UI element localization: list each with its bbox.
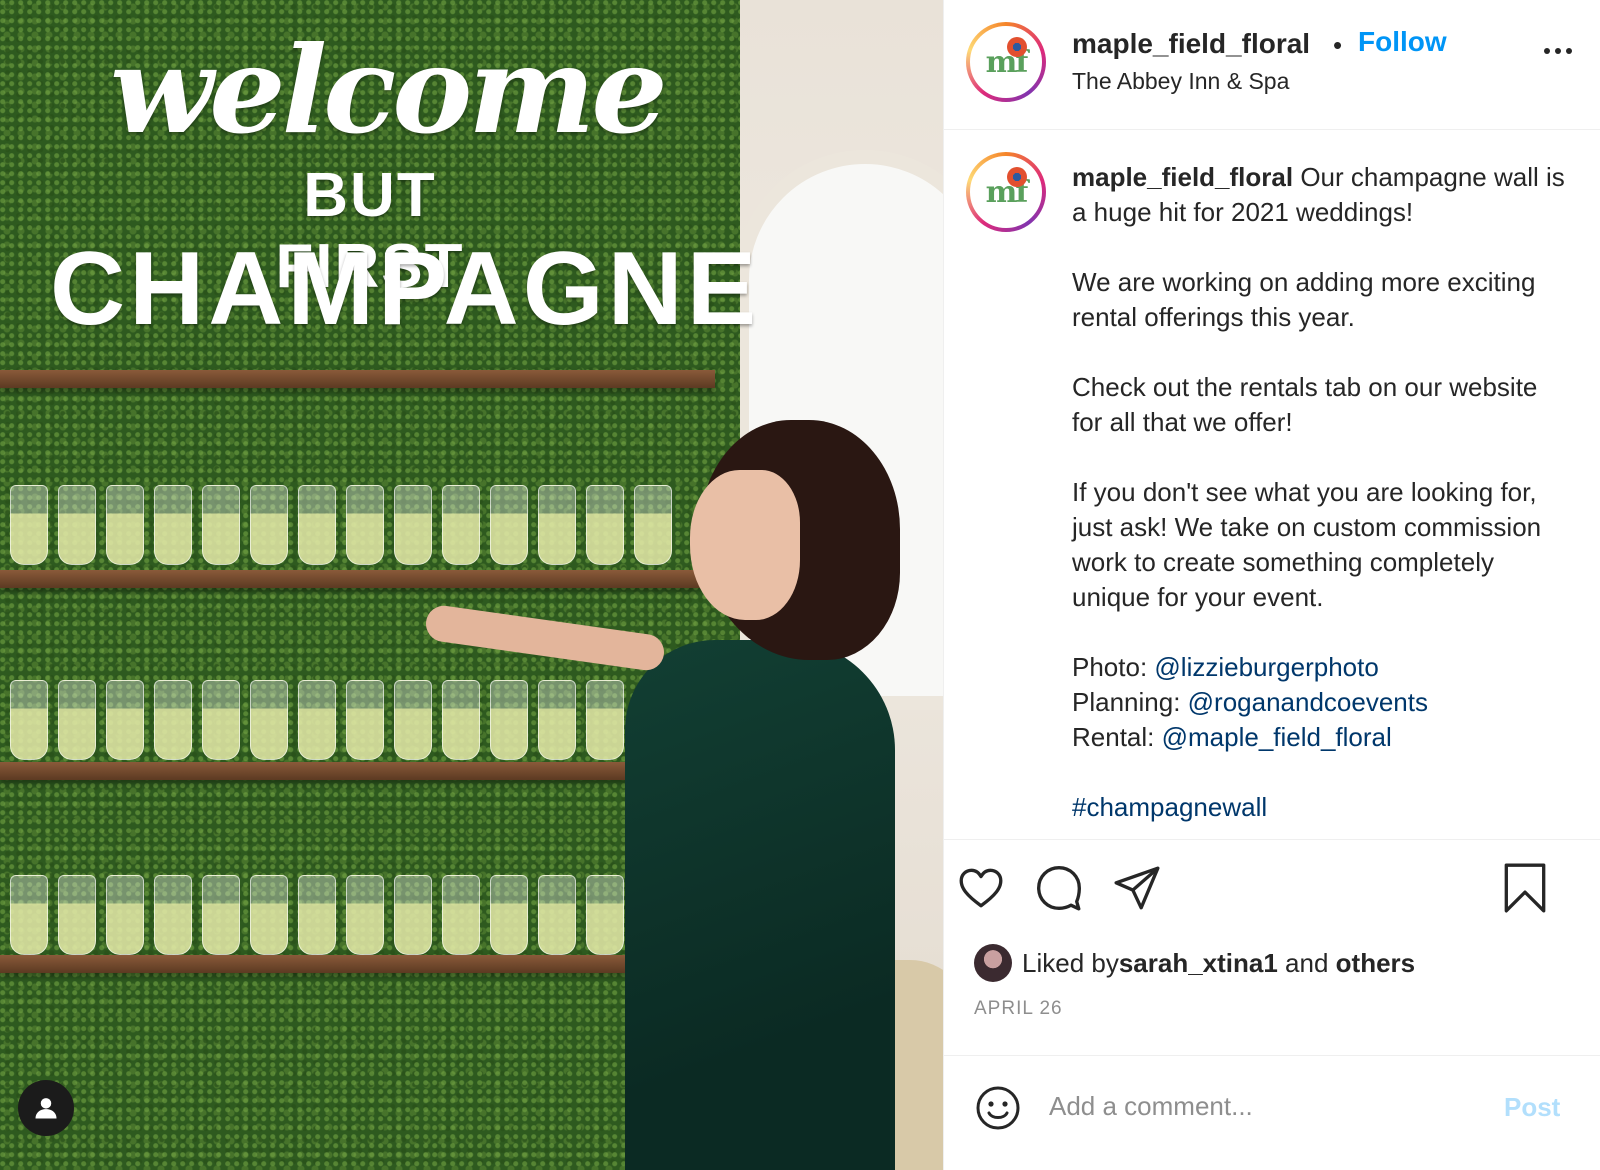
location-link[interactable]: The Abbey Inn & Spa [1072, 68, 1289, 95]
caption-avatar[interactable]: mf [966, 152, 1046, 232]
post-side-panel: mf maple_field_floral • Follow The Abbey… [943, 0, 1600, 1170]
woman-face [690, 470, 800, 620]
shelf [0, 370, 715, 388]
sign-champagne: CHAMPAGNE [50, 231, 761, 347]
comment-bar: Post [944, 1055, 1600, 1170]
save-button[interactable] [1500, 861, 1550, 920]
caption-username[interactable]: maple_field_floral [1072, 162, 1293, 192]
caption-para-4: If you don't see what you are looking fo… [1072, 477, 1542, 612]
likes-others-link[interactable]: others [1336, 948, 1415, 979]
share-icon [1114, 866, 1160, 910]
post-photo[interactable]: welcome BUT FIRST CHAMPAGNE [0, 0, 943, 1170]
more-options-icon[interactable] [1544, 48, 1572, 54]
woman-dress [625, 640, 895, 1170]
glass-row [10, 485, 672, 565]
tagged-users-button[interactable] [18, 1080, 74, 1136]
sign-welcome: welcome [110, 20, 668, 161]
person-icon [35, 1098, 57, 1119]
follow-button[interactable]: Follow [1358, 26, 1447, 58]
emoji-button[interactable] [974, 1084, 1022, 1137]
logo-flower [1007, 37, 1027, 57]
shelf [0, 955, 630, 973]
like-button[interactable] [956, 863, 1006, 918]
comment-icon [1037, 866, 1081, 911]
separator-dot: • [1333, 30, 1343, 60]
credit-handle[interactable]: @maple_field_floral [1162, 722, 1392, 752]
liker-username[interactable]: sarah_xtina1 [1119, 948, 1278, 979]
heart-icon [959, 868, 1003, 908]
post-comment-button[interactable]: Post [1504, 1092, 1560, 1123]
shelf [0, 570, 700, 588]
shelf [0, 762, 640, 780]
glass-row [10, 875, 624, 955]
header-username[interactable]: maple_field_floral [1072, 28, 1310, 60]
action-bar [944, 845, 1600, 935]
emoji-icon [976, 1086, 1020, 1130]
caption-section: mf maple_field_floral Our champagne wall… [944, 130, 1600, 840]
caption-text: maple_field_floral Our champagne wall is… [1072, 160, 1572, 860]
hashtag-link[interactable]: #champagnewall [1072, 790, 1572, 825]
bookmark-icon [1504, 863, 1546, 913]
logo-flower [1007, 167, 1027, 187]
credit-label: Planning: [1072, 687, 1188, 717]
liker-avatar[interactable] [974, 944, 1012, 982]
post-header: mf maple_field_floral • Follow The Abbey… [944, 0, 1600, 130]
caption-para-3: Check out the rentals tab on our website… [1072, 372, 1538, 437]
credit-handle[interactable]: @lizzieburgerphoto [1154, 652, 1378, 682]
caption-para-2: We are working on adding more exciting r… [1072, 267, 1536, 332]
avatar[interactable]: mf [966, 22, 1046, 102]
credit-label: Photo: [1072, 652, 1155, 682]
comment-input[interactable] [1049, 1086, 1469, 1126]
post-date[interactable]: APRIL 26 [974, 998, 1063, 1020]
glass-row [10, 680, 624, 760]
likes-summary: Liked by sarah_xtina1 and others [974, 944, 1415, 982]
likes-prefix: Liked by [1022, 947, 1119, 978]
likes-middle: and [1277, 947, 1336, 978]
comment-button[interactable] [1034, 863, 1084, 918]
credit-handle[interactable]: @roganandcoevents [1188, 687, 1428, 717]
share-button[interactable] [1112, 863, 1162, 918]
credit-label: Rental: [1072, 722, 1162, 752]
